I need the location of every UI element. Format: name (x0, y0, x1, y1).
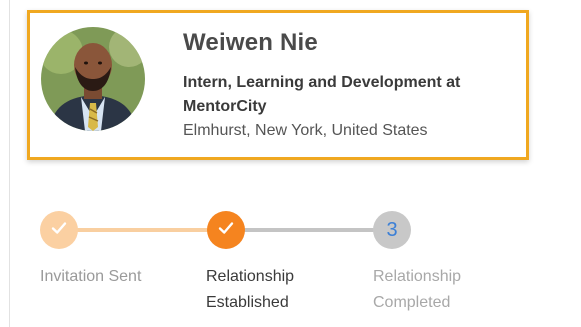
step-label-relationship-established: Relationship Established (206, 268, 295, 311)
step-label-relationship-completed: Relationship Completed (373, 268, 462, 311)
avatar-photo (41, 27, 145, 131)
step-label-invitation-sent: Invitation Sent (40, 268, 142, 285)
step-connector-completed (58, 228, 226, 232)
relationship-stepper: 3 Invitation Sent Relationship Establish… (0, 190, 581, 327)
profile-name[interactable]: Weiwen Nie (183, 29, 318, 57)
profile-location: Elmhurst, New York, United States (183, 122, 428, 139)
check-icon (49, 218, 69, 243)
step-relationship-completed-indicator: 3 (373, 211, 411, 249)
step-connector-pending (226, 228, 392, 232)
check-icon (216, 218, 236, 243)
profile-card[interactable]: Weiwen Nie Intern, Learning and Developm… (27, 10, 529, 160)
profile-title: Intern, Learning and Development at Ment… (183, 74, 461, 115)
step-number: 3 (386, 218, 398, 241)
step-relationship-established-indicator (207, 211, 245, 249)
step-invitation-sent-indicator (40, 211, 78, 249)
avatar (41, 27, 145, 131)
